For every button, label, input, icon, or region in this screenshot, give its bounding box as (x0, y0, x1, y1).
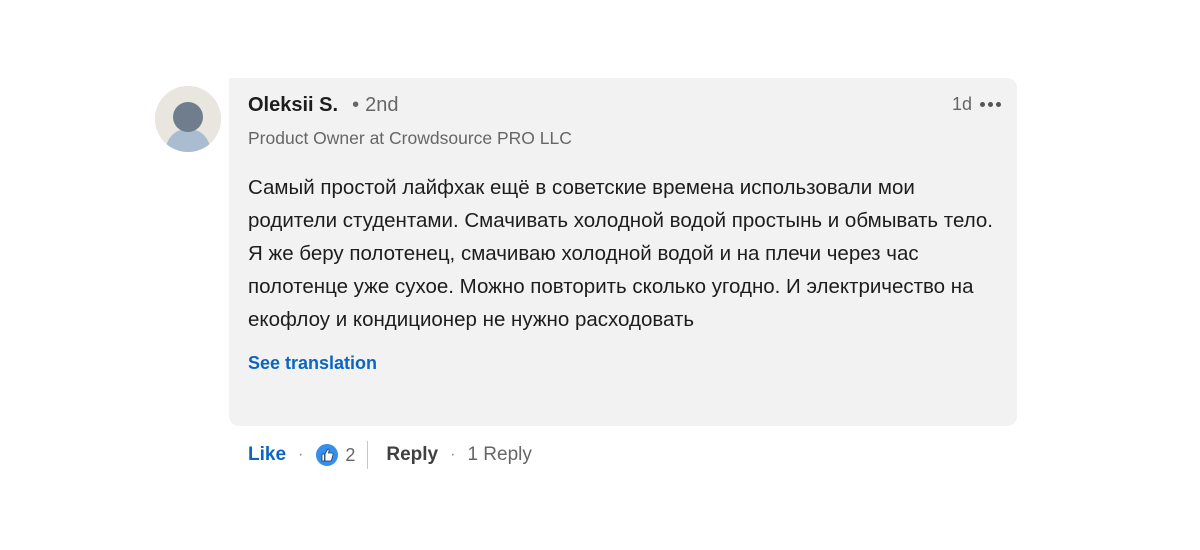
divider (367, 441, 369, 469)
reply-count-link[interactable]: 1 Reply (467, 444, 531, 466)
comment-meta: 1d (952, 94, 1001, 115)
like-button[interactable]: Like (248, 444, 286, 466)
timestamp: 1d (951, 94, 972, 114)
separator-dot: · (450, 446, 456, 463)
reply-button[interactable]: Reply (386, 444, 438, 466)
default-person-avatar-icon (155, 86, 221, 152)
degree-bullet: • (352, 94, 360, 116)
ellipsis-horizontal-icon[interactable] (980, 95, 1001, 115)
comment-header: Oleksii S. • 2nd (248, 94, 997, 124)
comment-bubble: Oleksii S. • 2nd Product Owner at Crowdso… (229, 78, 1017, 426)
degree-label: 2nd (365, 94, 399, 116)
comment-text: Самый простой лайфхак ещё в советские вр… (248, 176, 993, 331)
see-translation-link[interactable]: See translation (248, 353, 377, 374)
reaction-count[interactable]: 2 (345, 445, 355, 466)
author-name[interactable]: Oleksii S. (248, 94, 338, 117)
comment-actions: Like · 2 Reply · 1 Reply (248, 440, 532, 470)
thumbs-up-reaction-icon[interactable] (315, 443, 340, 467)
connection-degree: • 2nd (352, 94, 398, 117)
separator-dot: · (298, 446, 304, 463)
author-headline: Product Owner at Crowdsource PRO LLC (248, 128, 572, 148)
avatar[interactable] (155, 86, 221, 152)
